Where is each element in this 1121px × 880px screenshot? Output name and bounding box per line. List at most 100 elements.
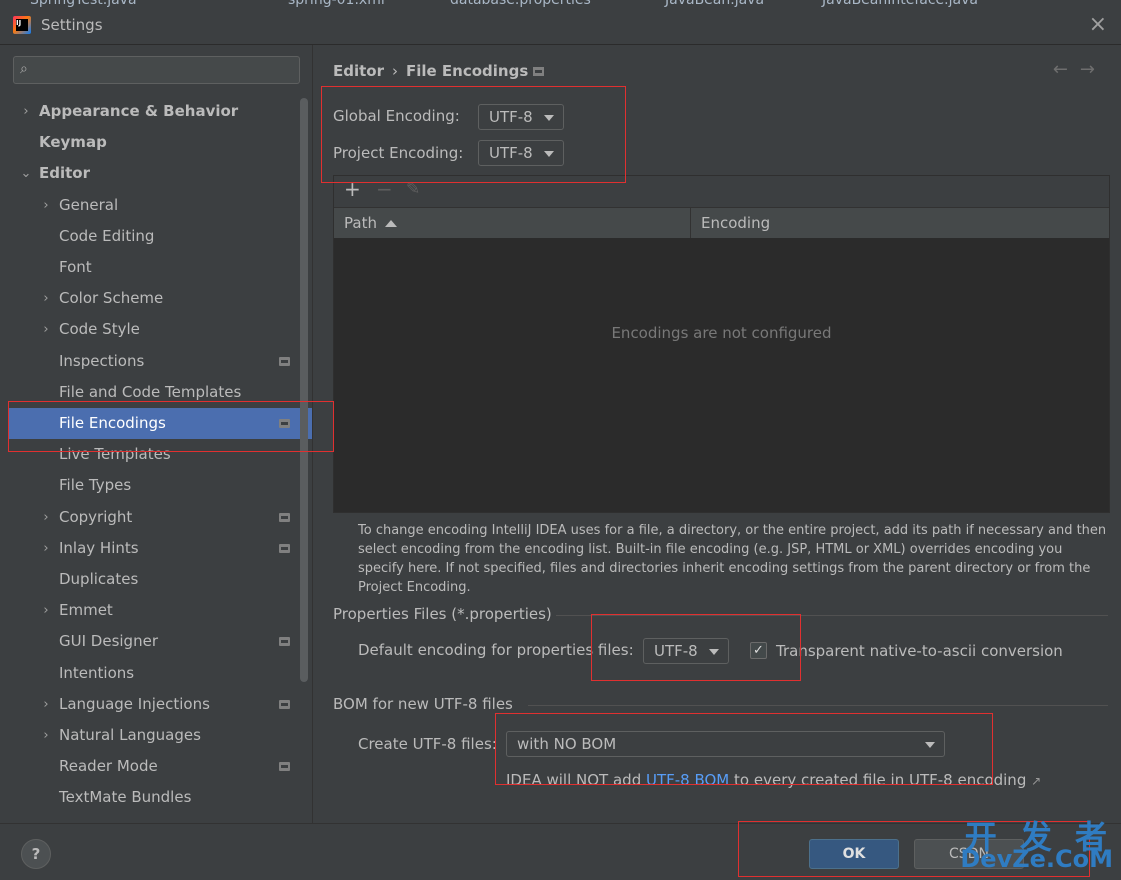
chevron-down-icon[interactable]: ⌄: [20, 158, 32, 189]
settings-sidebar: ⌕ › Appearance & Behavior Keymap ⌄ Editor › Ge…: [0, 45, 313, 823]
sidebar-item-code-style[interactable]: › Code Style: [0, 314, 300, 345]
project-scope-icon: [533, 67, 544, 76]
properties-encoding-select[interactable]: UTF-8: [643, 638, 729, 664]
project-scope-icon: [279, 637, 290, 647]
project-scope-icon: [279, 699, 290, 709]
sidebar-item-inspections[interactable]: Inspections: [0, 346, 300, 377]
sidebar-item-label: File and Code Templates: [59, 382, 242, 401]
chevron-down-icon: [925, 742, 935, 748]
project-encoding-label: Project Encoding:: [333, 144, 464, 162]
project-scope-icon: [279, 762, 290, 772]
sidebar-item-emmet[interactable]: › Emmet: [0, 595, 300, 626]
sidebar-item-gui-designer[interactable]: GUI Designer: [0, 626, 300, 657]
breadcrumb-separator: ›: [392, 62, 398, 80]
back-arrow-icon[interactable]: ←: [1053, 59, 1080, 80]
chevron-down-icon: [709, 649, 719, 655]
sidebar-item-appearance-behavior[interactable]: › Appearance & Behavior: [0, 96, 300, 127]
forward-arrow-icon[interactable]: →: [1080, 59, 1107, 80]
encodings-table: + − ✎ Path Encoding Encodings are not co…: [333, 175, 1110, 513]
sidebar-item-inlay-hints[interactable]: › Inlay Hints: [0, 533, 300, 564]
chevron-right-icon[interactable]: ›: [40, 283, 52, 314]
sidebar-item-label: Keymap: [39, 133, 107, 152]
column-header-encoding[interactable]: Encoding: [691, 208, 770, 238]
chevron-right-icon[interactable]: ›: [40, 533, 52, 564]
intellij-logo-icon: IJ: [13, 16, 31, 34]
project-scope-icon: [279, 356, 290, 366]
sidebar-item-file-types[interactable]: File Types: [0, 470, 300, 501]
dialog-title: Settings: [41, 16, 103, 34]
sidebar-item-live-templates[interactable]: Live Templates: [0, 439, 300, 470]
sidebar-item-copyright[interactable]: › Copyright: [0, 502, 300, 533]
editor-tab[interactable]: database.properties: [450, 0, 591, 8]
bom-select[interactable]: with NO BOM: [506, 731, 945, 757]
empty-table-text: Encodings are not configured: [611, 324, 832, 342]
properties-encoding-value: UTF-8: [654, 642, 698, 660]
sidebar-item-textmate-bundles[interactable]: TextMate Bundles: [0, 782, 300, 813]
remove-icon[interactable]: −: [376, 177, 393, 201]
sidebar-item-natural-languages[interactable]: › Natural Languages: [0, 720, 300, 751]
breadcrumb-parent[interactable]: Editor: [333, 62, 384, 80]
chevron-right-icon[interactable]: ›: [40, 689, 52, 720]
sidebar-item-keymap[interactable]: Keymap: [0, 127, 300, 158]
chevron-right-icon[interactable]: ›: [40, 720, 52, 751]
column-header-path[interactable]: Path: [334, 208, 691, 238]
settings-search-input[interactable]: ⌕: [13, 56, 300, 84]
sidebar-item-font[interactable]: Font: [0, 252, 300, 283]
create-utf8-label: Create UTF-8 files:: [358, 735, 497, 753]
navigation-arrows: ←→: [1053, 59, 1107, 80]
sidebar-item-label: Color Scheme: [59, 289, 164, 308]
bom-note: IDEA will NOT add UTF-8 BOM to every cre…: [506, 771, 1041, 789]
sidebar-item-label: Language Injections: [59, 694, 210, 713]
chevron-right-icon[interactable]: ›: [40, 190, 52, 221]
properties-encoding-label: Default encoding for properties files:: [358, 641, 634, 659]
chevron-right-icon[interactable]: ›: [40, 595, 52, 626]
editor-tab-strip: SpringTest.java spring-01.xml database.p…: [0, 0, 1121, 10]
project-encoding-select[interactable]: UTF-8: [478, 140, 564, 166]
encoding-help-text: To change encoding IntelliJ IDEA uses fo…: [358, 523, 1107, 595]
chevron-right-icon[interactable]: ›: [40, 314, 52, 345]
sidebar-item-file-encodings[interactable]: File Encodings: [8, 408, 312, 439]
global-encoding-value: UTF-8: [489, 108, 533, 126]
sidebar-item-code-editing[interactable]: Code Editing: [0, 221, 300, 252]
sidebar-item-label: Natural Languages: [59, 726, 201, 744]
sidebar-item-label: Editor: [39, 164, 90, 183]
sidebar-item-label: Duplicates: [59, 570, 139, 588]
global-encoding-label: Global Encoding:: [333, 107, 460, 125]
sidebar-item-label: Emmet: [59, 601, 113, 620]
project-scope-icon: [279, 512, 290, 522]
transparent-conversion-label[interactable]: Transparent native-to-ascii conversion: [776, 642, 1063, 660]
sidebar-item-editor[interactable]: ⌄ Editor: [0, 158, 300, 189]
sidebar-item-general[interactable]: › General: [0, 190, 300, 221]
editor-tab[interactable]: spring-01.xml: [288, 0, 385, 8]
table-header: Path Encoding: [334, 207, 1109, 239]
sidebar-item-intentions[interactable]: Intentions: [0, 658, 300, 689]
close-icon[interactable]: ×: [1089, 12, 1107, 37]
editor-tab[interactable]: SpringTest.java: [30, 0, 137, 8]
section-divider: [556, 615, 1108, 616]
project-scope-icon: [279, 543, 290, 553]
ok-button[interactable]: OK: [809, 839, 899, 869]
edit-icon[interactable]: ✎: [406, 179, 420, 199]
editor-tab[interactable]: JavaBean.java: [665, 0, 764, 8]
sidebar-item-reader-mode[interactable]: Reader Mode: [0, 751, 300, 782]
sidebar-item-label: General: [59, 195, 119, 214]
chevron-right-icon[interactable]: ›: [20, 96, 32, 127]
sidebar-item-label: GUI Designer: [59, 632, 158, 651]
sidebar-item-color-scheme[interactable]: › Color Scheme: [0, 283, 300, 314]
sidebar-item-label: Inspections: [59, 351, 145, 370]
transparent-conversion-checkbox[interactable]: ✓: [750, 642, 767, 659]
table-body[interactable]: Encodings are not configured: [334, 238, 1109, 512]
sidebar-item-language-injections[interactable]: › Language Injections: [0, 689, 300, 720]
chevron-right-icon[interactable]: ›: [40, 502, 52, 533]
editor-tab[interactable]: JavaBeanInteface.java: [822, 0, 978, 8]
add-icon[interactable]: +: [344, 177, 361, 201]
utf8-bom-link[interactable]: UTF-8 BOM: [646, 771, 729, 789]
sidebar-scrollbar[interactable]: [300, 98, 308, 682]
help-button[interactable]: ?: [21, 839, 51, 869]
checkmark-icon: ✓: [753, 643, 764, 658]
bom-note-prefix: IDEA will NOT add: [506, 771, 646, 789]
sidebar-item-file-and-code-templates[interactable]: File and Code Templates: [0, 377, 300, 408]
sidebar-item-duplicates[interactable]: Duplicates: [0, 564, 300, 595]
global-encoding-select[interactable]: UTF-8: [478, 104, 564, 130]
sort-ascending-icon: [384, 220, 397, 227]
